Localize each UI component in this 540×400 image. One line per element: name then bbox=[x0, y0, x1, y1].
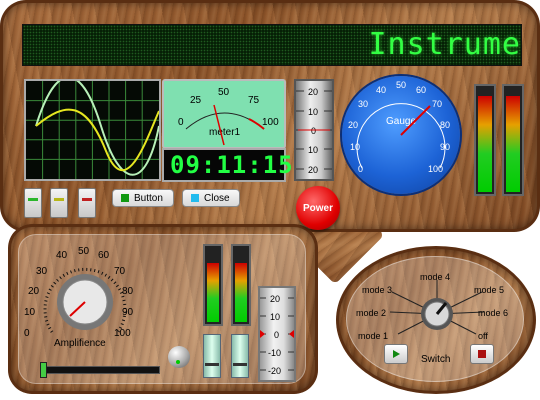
gauge-tick: 90 bbox=[440, 142, 450, 152]
mode-label: mode 5 bbox=[474, 285, 504, 295]
dial-tick: 40 bbox=[56, 250, 68, 261]
dial-tick: 0 bbox=[24, 328, 30, 339]
amp-fader-left[interactable] bbox=[203, 334, 221, 378]
thermo-tick: -10 bbox=[268, 348, 281, 358]
meter-tick: 75 bbox=[248, 95, 260, 106]
vertical-scale: 20 10 0 10 20 bbox=[294, 79, 334, 181]
close-button-label: Close bbox=[204, 192, 230, 204]
thermo-tick: -20 bbox=[268, 366, 281, 376]
thermo-pointer-left bbox=[260, 330, 265, 338]
amp-vu-right-level bbox=[235, 263, 247, 322]
dial-tick: 20 bbox=[28, 286, 40, 297]
lcd-text: Instrume bbox=[368, 27, 521, 62]
scale-tick: 10 bbox=[308, 107, 318, 117]
close-button[interactable]: Close bbox=[182, 189, 240, 207]
gauge-tick: 20 bbox=[348, 120, 358, 130]
switch-label: Switch bbox=[421, 354, 451, 365]
amp-vu-meter-left bbox=[203, 244, 223, 326]
amp-fader-right[interactable] bbox=[231, 334, 249, 378]
meter-face: 0 25 50 75 100 meter1 bbox=[178, 87, 279, 146]
thermo-scale: 20 10 0 -10 -20 bbox=[258, 286, 296, 382]
stop-button[interactable] bbox=[470, 344, 494, 364]
mode-label: mode 3 bbox=[362, 285, 392, 295]
thermo-scale-face: 20 10 0 -10 -20 bbox=[260, 294, 294, 376]
sine-trace bbox=[35, 76, 160, 176]
gauge-tick: 100 bbox=[428, 164, 443, 174]
gauge-tick: 60 bbox=[416, 85, 426, 95]
scale-tick: 0 bbox=[311, 126, 316, 136]
mode-label: mode 6 bbox=[478, 308, 508, 318]
play-icon bbox=[393, 350, 400, 358]
fader-left-handle[interactable] bbox=[205, 363, 219, 366]
scale-tick: 20 bbox=[308, 165, 318, 175]
thermo-tick: 0 bbox=[274, 330, 279, 340]
mode-label: mode 2 bbox=[356, 308, 386, 318]
dial-tick: 30 bbox=[36, 266, 48, 277]
button[interactable]: Button bbox=[112, 189, 174, 207]
thermo-pointer-right bbox=[289, 330, 294, 338]
dial-tick: 50 bbox=[78, 246, 90, 257]
dial-tick: 80 bbox=[122, 286, 134, 297]
toggle-switch-green[interactable] bbox=[24, 188, 42, 218]
mode-switch-face: mode 1 mode 2 mode 3 mode 4 mode 5 mode … bbox=[356, 272, 508, 341]
dial-tick: 70 bbox=[114, 266, 126, 277]
meter-tick: 100 bbox=[262, 117, 279, 128]
meter-tick: 25 bbox=[190, 95, 202, 106]
amplifier-slider-thumb[interactable] bbox=[40, 362, 47, 378]
toggle-switch-red[interactable] bbox=[78, 188, 96, 218]
amplifier-label: Amplifience bbox=[54, 338, 106, 349]
gauge-tick: 40 bbox=[376, 85, 386, 95]
oscilloscope-plot bbox=[26, 76, 160, 179]
vu-meter-left bbox=[474, 84, 496, 196]
meter-tick: 50 bbox=[218, 87, 230, 98]
gauge: 0 10 20 30 40 50 60 70 80 90 100 Gauge bbox=[342, 76, 460, 194]
digital-clock: 09:11:15 bbox=[162, 148, 293, 182]
vertical-scale-face: 20 10 0 10 20 bbox=[296, 87, 332, 175]
mode-label: mode 4 bbox=[420, 272, 450, 282]
oscilloscope bbox=[24, 76, 161, 181]
small-knob[interactable] bbox=[168, 346, 190, 368]
meter-label: meter1 bbox=[209, 127, 241, 138]
meter-needle bbox=[213, 104, 225, 146]
knob-indicator-led bbox=[176, 360, 180, 364]
mode-label: off bbox=[478, 331, 488, 341]
gauge-tick: 30 bbox=[358, 99, 368, 109]
fader-right-handle[interactable] bbox=[233, 363, 247, 366]
gauge-tick: 70 bbox=[432, 99, 442, 109]
lcd-display: Instrume bbox=[22, 24, 522, 66]
gauge-tick: 80 bbox=[440, 120, 450, 130]
amplifier-slider-track[interactable] bbox=[40, 366, 160, 374]
meter-tick: 0 bbox=[178, 117, 184, 128]
thermo-tick: 20 bbox=[270, 294, 280, 304]
stop-icon bbox=[478, 350, 486, 358]
gauge-tick: 0 bbox=[358, 164, 363, 174]
analog-meter: 0 25 50 75 100 meter1 bbox=[162, 79, 286, 149]
dial-tick: 60 bbox=[98, 250, 110, 261]
gauge-tick: 10 bbox=[350, 142, 360, 152]
vu-meter-right bbox=[502, 84, 524, 196]
gauge-face: 0 10 20 30 40 50 60 70 80 90 100 Gauge bbox=[348, 80, 450, 174]
scale-tick: 10 bbox=[308, 145, 318, 155]
button-label: Button bbox=[134, 192, 163, 204]
power-label: Power bbox=[302, 202, 333, 214]
scale-tick: 20 bbox=[308, 87, 318, 97]
vu-meter-left-level bbox=[478, 96, 492, 192]
gauge-tick: 50 bbox=[396, 80, 406, 90]
dial-tick: 10 bbox=[24, 307, 36, 318]
dial-tick: 90 bbox=[122, 307, 134, 318]
amp-vu-left-level bbox=[207, 263, 219, 322]
play-button[interactable] bbox=[384, 344, 408, 364]
power-button[interactable]: Power bbox=[296, 186, 340, 230]
mode-switch[interactable]: mode 1 mode 2 mode 3 mode 4 mode 5 mode … bbox=[352, 268, 522, 348]
blue-square-icon bbox=[191, 194, 199, 202]
mode-label: mode 1 bbox=[358, 331, 388, 341]
toggle-switch-yellow[interactable] bbox=[50, 188, 68, 218]
amp-vu-meter-right bbox=[231, 244, 251, 326]
vu-meter-right-level bbox=[506, 96, 520, 192]
thermo-tick: 10 bbox=[270, 312, 280, 322]
clock-time: 09:11:15 bbox=[170, 151, 294, 179]
green-square-icon bbox=[121, 194, 129, 202]
dial-tick: 100 bbox=[114, 328, 131, 339]
